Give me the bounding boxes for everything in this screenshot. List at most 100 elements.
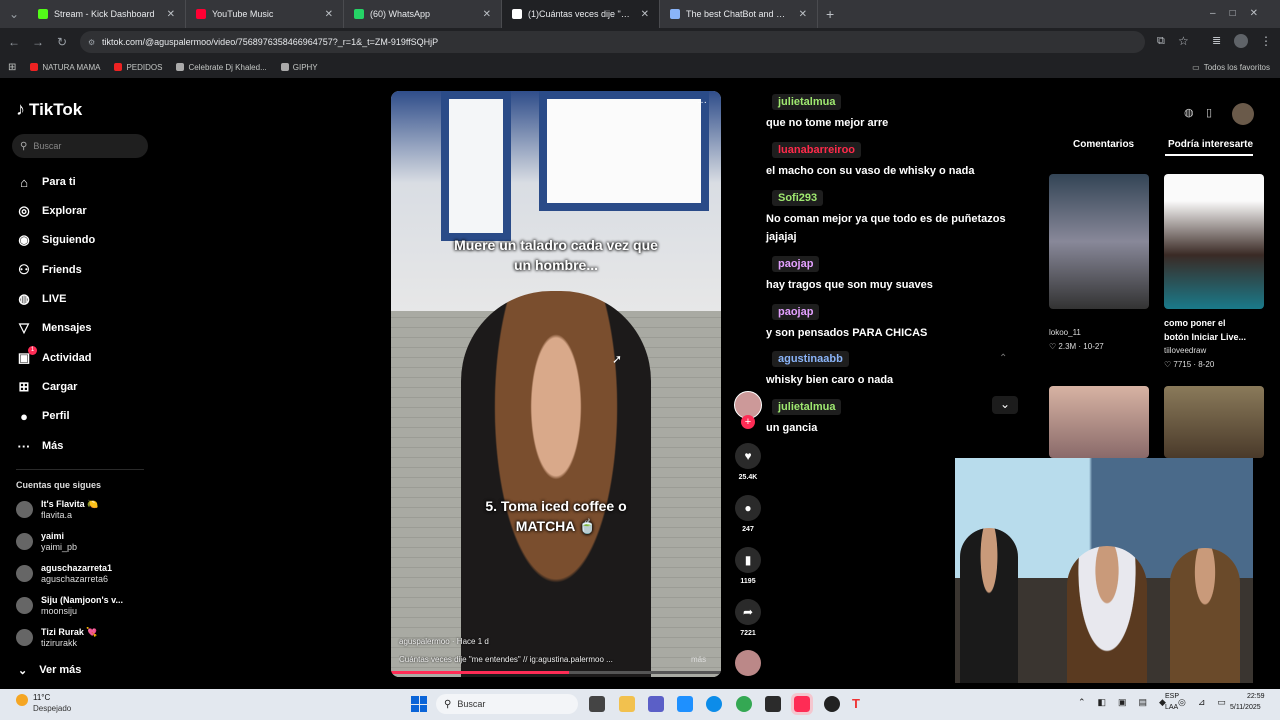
video-author[interactable]: aguspalermoo · Hace 1 d [399,637,489,646]
reload-icon[interactable]: ↻ [52,32,72,52]
obs-icon[interactable] [824,696,840,712]
progress-track[interactable] [391,671,721,674]
nav-item-cargar[interactable]: ⊞ Cargar [16,379,78,395]
card-author[interactable]: tiiloveedraw [1164,346,1206,355]
following-item[interactable]: Tizi Rurak 💘 tizirurakk [16,627,98,649]
chrome-icon[interactable] [736,696,752,712]
activity-badge: 1 [28,346,37,355]
bookmark-pedidos[interactable]: PEDIDOS [114,63,162,72]
sound-disc[interactable] [735,650,761,676]
file-explorer-icon[interactable] [619,696,635,712]
browser-tab[interactable]: (1)Cuántas veces dije "me ente✕ [502,0,660,28]
follow-button[interactable]: + [741,415,755,429]
comment-action[interactable]: ● 247 [733,495,763,533]
text-app-icon[interactable]: T [852,696,868,712]
close-icon[interactable]: ✕ [325,9,333,20]
following-item[interactable]: yaimi yaimi_pb [16,531,77,553]
tiktok-app-icon[interactable] [791,693,813,715]
comment-username[interactable]: luanabarreiroo [772,142,862,158]
site-info-icon[interactable]: ⚙ [88,38,95,47]
close-icon[interactable]: ✕ [483,9,491,20]
all-bookmarks[interactable]: ▭ Todos los favoritos [1192,63,1270,72]
comment-username[interactable]: paojap [772,304,820,320]
video-player[interactable]: Muere un taladro cada vez que un hombre.… [391,91,721,677]
coin-icon[interactable]: ◍ [1184,106,1194,119]
following-item[interactable]: It's Flavita 🍋 flavita.a [16,499,98,521]
nav-item-más[interactable]: ··· Más [16,438,64,454]
comment-username[interactable]: paojap [772,256,820,272]
nav-item-actividad[interactable]: ▣ Actividad [16,350,92,366]
scroll-up-icon[interactable]: ⌃ [999,353,1007,364]
see-more-button[interactable]: ⌄ Ver más [18,664,81,677]
forward-icon[interactable]: → [28,32,48,52]
system-tray-icons[interactable]: ⌃◧▣▤◆◎⊿▭ [1078,697,1238,708]
clock-time[interactable]: 22:59 [1247,693,1265,700]
nav-item-mensajes[interactable]: ▽ Mensajes [16,320,92,336]
following-item[interactable]: aguschazarreta1 aguschazarreta6 [16,563,112,585]
caption-top: Muere un taladro cada vez que un hombre.… [454,237,658,273]
more-link[interactable]: más [691,655,706,664]
browser-tab[interactable]: The best ChatBot and Widgets✕ [660,0,818,28]
app-icon[interactable] [765,696,781,712]
nav-item-perfil[interactable]: ● Perfil [16,408,69,424]
device-icon[interactable]: ▯ [1206,106,1212,119]
nav-item-explorar[interactable]: ◎ Explorar [16,203,86,219]
comment-username[interactable]: julietalmua [772,94,842,110]
edge-icon[interactable] [706,696,722,712]
close-icon[interactable]: ✕ [641,9,649,20]
tab-search-icon[interactable]: ⌄ [4,4,24,24]
nav-item-siguiendo[interactable]: ◉ Siguiendo [16,232,95,248]
weather-temp[interactable]: 11°C [33,693,50,702]
browser-tab[interactable]: (60) WhatsApp ✕ [344,0,502,28]
following-item[interactable]: Siju (Namjoon's v... moonsiju [16,595,123,617]
card-title[interactable]: lokoo_11 [1049,328,1081,337]
media-icon[interactable]: ≣ [1212,34,1221,47]
copilot-icon[interactable] [677,696,693,712]
taskview-icon[interactable] [589,696,605,712]
nav-icon: ◉ [18,232,30,247]
scroll-down-icon[interactable]: ⌄ [992,396,1018,414]
back-icon[interactable]: ← [4,32,24,52]
bookmark-giphy[interactable]: GIPHY [280,63,318,72]
apps-icon[interactable]: ⊞ [8,62,16,73]
tiktok-logo[interactable]: ♪ TikTok [16,99,82,120]
search-input[interactable]: ⚲ Buscar [12,134,148,158]
menu-icon[interactable]: ⋮ [1260,34,1272,48]
nav-item-friends[interactable]: ⚇ Friends [16,262,82,278]
user-avatar[interactable] [1232,103,1254,125]
install-icon[interactable]: ⧉ [1157,35,1165,48]
card-thumbnail[interactable] [1164,386,1264,458]
close-icon[interactable]: ✕ [167,9,175,20]
browser-tab[interactable]: Stream - Kick Dashboard ✕ [28,0,186,28]
windows-start-icon[interactable] [411,696,427,712]
tab-interest[interactable]: Podría interesarte [1168,139,1253,150]
save-action[interactable]: ▮ 1195 [733,547,763,585]
share-action[interactable]: ➦ 7221 [733,599,763,637]
url-input[interactable]: tiktok.com/@aguspalermoo/video/756897635… [80,31,1145,53]
taskbar-search[interactable]: ⚲ Buscar [436,694,578,714]
card-title[interactable]: como poner el botón Iniciar Live... [1164,316,1252,344]
comment-username[interactable]: julietalmua [772,399,842,415]
window-controls[interactable]: –□✕ [1210,8,1272,19]
bookmark-celebrate[interactable]: Celebrate Dj Khaled... [176,63,267,72]
card-thumbnail[interactable] [1049,386,1149,458]
bookmark-natura[interactable]: NATURA MAMA [30,63,100,72]
comment-username[interactable]: agustinaabb [772,351,849,367]
weather-condition: Despejado [33,704,72,713]
tab-comments[interactable]: Comentarios [1073,139,1134,150]
like-action[interactable]: ♥ 25.4K [733,443,763,481]
nav-item-para-ti[interactable]: ⌂ Para ti [16,174,76,190]
video-options-icon[interactable]: ··· [697,97,707,108]
star-icon[interactable]: ☆ [1178,34,1189,48]
new-tab-button[interactable]: + [826,6,834,22]
card-thumbnail[interactable] [1164,174,1264,309]
card-thumbnail[interactable] [1049,174,1149,309]
profile-avatar[interactable] [1234,34,1248,48]
language-indicator[interactable]: ESP [1165,693,1179,700]
comment-username[interactable]: Sofi293 [772,190,824,206]
nav-item-live[interactable]: ◍ LIVE [16,291,66,307]
close-icon[interactable]: ✕ [799,9,807,20]
teams-icon[interactable] [648,696,664,712]
share-icon: ➦ [735,599,761,625]
browser-tab[interactable]: YouTube Music ✕ [186,0,344,28]
